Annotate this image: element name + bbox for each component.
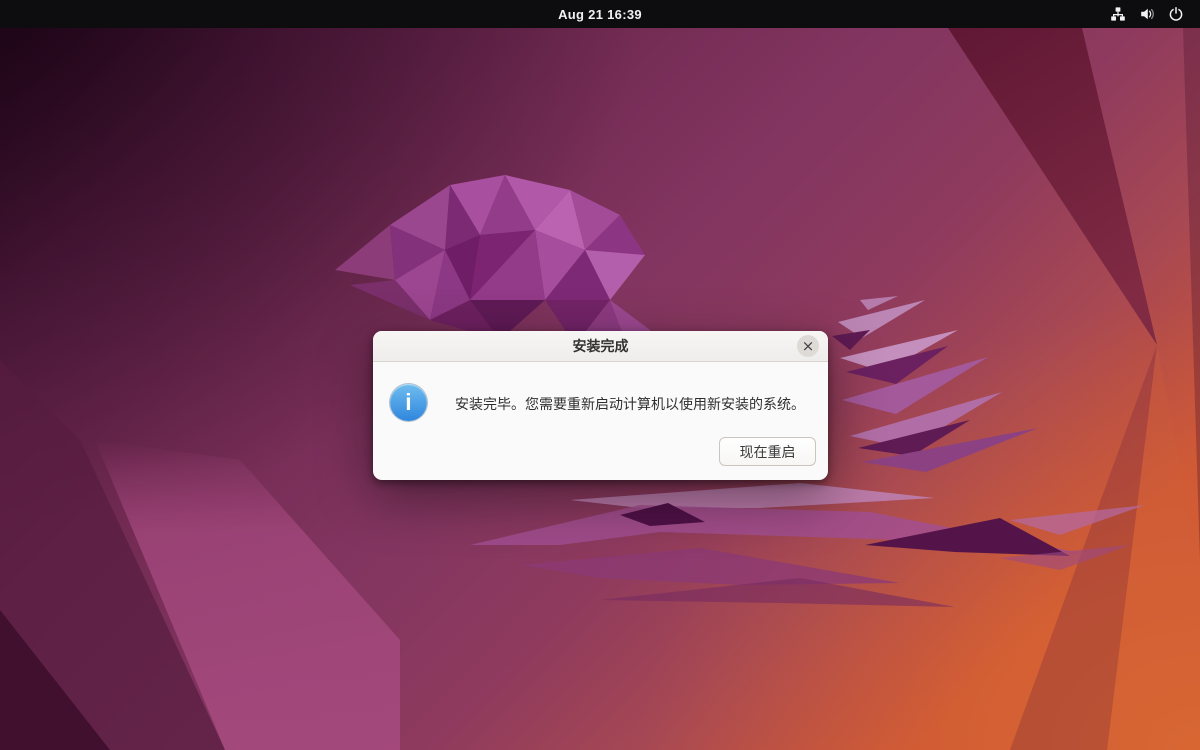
dialog-titlebar[interactable]: 安装完成 × [373,331,828,362]
dialog-title: 安装完成 [572,338,629,354]
gnome-top-bar: Aug 21 16:39 [0,0,1200,28]
power-icon [1168,6,1184,22]
clock-calendar-button[interactable]: Aug 21 16:39 [548,5,652,24]
dialog-message: 安装完毕。您需要重新启动计算机以使用新安装的系统。 [455,396,805,412]
system-status-menu[interactable] [1102,0,1192,28]
close-button[interactable]: × [797,335,819,357]
installation-complete-dialog: 安装完成 × i 安装完毕。您需要重新启动计算机以使用新安装的系统。 现在重启 [373,331,828,480]
network-wired-icon [1110,6,1126,22]
dialog-body: i 安装完毕。您需要重新启动计算机以使用新安装的系统。 现在重启 [373,362,828,480]
info-icon: i [390,384,427,421]
restart-now-button[interactable]: 现在重启 [719,437,816,466]
close-icon: × [801,336,815,355]
info-icon-glyph: i [405,389,412,415]
volume-icon [1139,6,1155,22]
